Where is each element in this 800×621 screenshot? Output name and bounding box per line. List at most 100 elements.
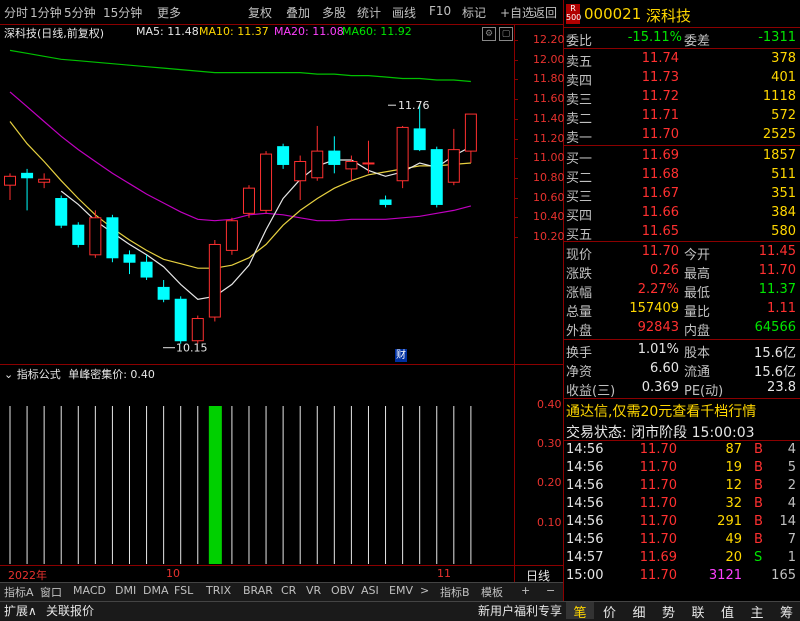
indicator-tab-2[interactable]: MACD	[73, 584, 106, 600]
fundamental-row: 换手1.01%股本15.6亿	[566, 341, 798, 360]
toolbar-item-1[interactable]: 1分钟	[30, 4, 62, 21]
sell-level-5[interactable]: 卖五11.74378	[566, 50, 798, 69]
tick-price: 11.70	[606, 532, 677, 547]
toolbar-item-0[interactable]: 分时	[4, 4, 28, 21]
indicator-tab-16[interactable]: +	[521, 584, 530, 600]
tick-price: 11.70	[606, 496, 677, 511]
buy-level-2[interactable]: 买二11.68511	[566, 166, 798, 185]
candle[interactable]	[90, 210, 101, 257]
toolbar-item-3[interactable]: 15分钟	[103, 4, 142, 21]
indicator-tab-9[interactable]: VR	[306, 584, 321, 600]
indicator-tab-0[interactable]: 指标A	[4, 584, 34, 600]
tick-count: 5	[766, 460, 796, 475]
new-user-benefit-link[interactable]: 新用户福利专享	[478, 602, 562, 618]
candle[interactable]	[5, 173, 16, 200]
indicator-tab-7[interactable]: BRAR	[243, 584, 273, 600]
indicator-tab-6[interactable]: TRIX	[206, 584, 231, 600]
candle[interactable]	[261, 151, 272, 213]
detail-tab-0[interactable]: 笔	[566, 602, 594, 619]
toolbar-item-9[interactable]: 画线	[392, 4, 416, 21]
toolbar-item-12[interactable]: +自选	[500, 4, 534, 21]
tick-count: 165	[766, 568, 796, 583]
buy-level-5[interactable]: 买五11.65580	[566, 223, 798, 242]
toolbar-item-2[interactable]: 5分钟	[64, 4, 96, 21]
weicha-value: -1311	[726, 30, 796, 45]
candle-body	[124, 255, 135, 262]
candle[interactable]	[209, 240, 220, 321]
buy-level-1[interactable]: 买一11.691857	[566, 147, 798, 166]
candle[interactable]	[346, 156, 357, 181]
detail-tab-3[interactable]: 势	[655, 602, 683, 619]
finance-marker[interactable]: 财	[395, 349, 407, 362]
related-quotes-tab[interactable]: 关联报价	[46, 602, 94, 618]
indicator-tab-17[interactable]: −	[546, 584, 555, 600]
candle[interactable]	[107, 215, 118, 262]
toolbar-item-8[interactable]: 统计	[357, 4, 381, 21]
candle[interactable]	[175, 296, 186, 343]
detail-tab-4[interactable]: 联	[684, 602, 712, 619]
toolbar-item-7[interactable]: 多股	[322, 4, 346, 21]
indicator-tab-12[interactable]: EMV	[389, 584, 413, 600]
toolbar-item-6[interactable]: 叠加	[286, 4, 310, 21]
toolbar-item-13[interactable]: 返回	[533, 4, 557, 21]
candle[interactable]	[73, 222, 84, 247]
indicator-tab-13[interactable]: >	[420, 584, 429, 600]
buy-level-4[interactable]: 买四11.66384	[566, 204, 798, 223]
indicator-tab-3[interactable]: DMI	[115, 584, 136, 600]
indicator-tick: 0.40	[537, 398, 562, 411]
buy-level-price: 11.68	[606, 167, 679, 182]
detail-tab-6[interactable]: 主	[743, 602, 771, 619]
candle[interactable]	[124, 250, 135, 274]
candle[interactable]	[312, 126, 323, 181]
indicator-chart[interactable]	[0, 380, 514, 565]
indicator-tab-5[interactable]: FSL	[174, 584, 193, 600]
detail-tab-1[interactable]: 价	[596, 602, 624, 619]
candle[interactable]	[397, 126, 408, 188]
candle-body	[346, 161, 357, 168]
candle[interactable]	[465, 114, 476, 163]
candle[interactable]	[243, 185, 254, 218]
rp-divider-5	[563, 339, 800, 340]
detail-tab-7[interactable]: 筹	[773, 602, 800, 619]
indicator-tab-10[interactable]: OBV	[331, 584, 354, 600]
candle[interactable]	[448, 129, 459, 185]
toolbar-item-10[interactable]: F10	[429, 4, 451, 18]
candle[interactable]	[141, 255, 152, 280]
fund-value: 6.60	[606, 361, 679, 376]
sell-level-2[interactable]: 卖二11.71572	[566, 107, 798, 126]
candle[interactable]	[329, 136, 340, 173]
indicator-tab-1[interactable]: 窗口	[40, 584, 62, 600]
indicator-tab-11[interactable]: ASI	[361, 584, 379, 600]
sell-level-4[interactable]: 卖四11.73401	[566, 69, 798, 88]
indicator-tab-14[interactable]: 指标B	[440, 584, 470, 600]
candlestick-chart[interactable]: 11.7610.15	[0, 25, 514, 364]
detail-tab-5[interactable]: 值	[714, 602, 742, 619]
promo-banner[interactable]: 通达信,仅需20元查看千档行情	[566, 401, 756, 421]
indicator-tab-4[interactable]: DMA	[143, 584, 169, 600]
price-tick: 11.00	[533, 151, 565, 164]
toolbar-item-11[interactable]: 标记	[462, 4, 486, 21]
indicator-tab-15[interactable]: 模板	[481, 584, 503, 600]
detail-tab-2[interactable]: 细	[625, 602, 653, 619]
candle[interactable]	[380, 196, 391, 208]
candle[interactable]	[158, 280, 169, 302]
candle[interactable]	[278, 144, 289, 169]
candle[interactable]	[226, 218, 237, 255]
tick-price: 11.70	[606, 460, 677, 475]
candle[interactable]	[295, 156, 306, 200]
candle[interactable]	[39, 173, 50, 188]
sell-level-1[interactable]: 卖一11.702525	[566, 126, 798, 145]
sell-level-3[interactable]: 卖三11.721118	[566, 88, 798, 107]
candle-body	[329, 151, 340, 164]
candle[interactable]	[431, 147, 442, 208]
candle[interactable]	[56, 196, 67, 229]
candle[interactable]	[22, 169, 33, 210]
expand-tab[interactable]: 扩展∧	[4, 602, 37, 618]
tick-count: 4	[766, 442, 796, 457]
price-tick: 11.20	[533, 132, 565, 145]
buy-level-3[interactable]: 买三11.67351	[566, 185, 798, 204]
toolbar-item-4[interactable]: 更多	[157, 4, 181, 21]
toolbar-item-5[interactable]: 复权	[248, 4, 272, 21]
indicator-tab-8[interactable]: CR	[281, 584, 296, 600]
candle[interactable]	[192, 316, 203, 344]
